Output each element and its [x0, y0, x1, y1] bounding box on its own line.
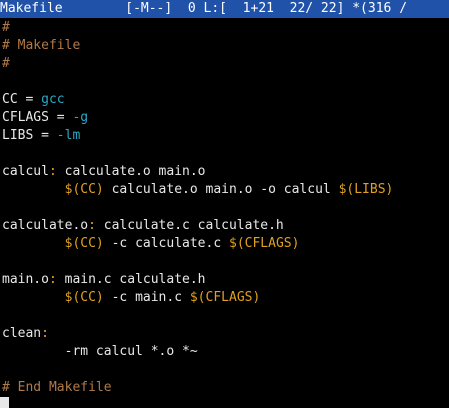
editor-line[interactable] — [2, 253, 449, 271]
text-cursor — [0, 397, 9, 408]
code-token-plain: LIBS = — [2, 128, 57, 143]
code-token-keyword: : — [88, 218, 96, 233]
code-token-keyword: $(CC) — [64, 290, 104, 305]
status-filename: Makefile — [0, 1, 63, 16]
code-token-target: main.o — [2, 272, 49, 287]
editor-line[interactable] — [2, 73, 449, 91]
code-token-keyword: $(LIBS) — [338, 182, 394, 197]
editor-line[interactable]: # — [2, 55, 449, 73]
editor-line[interactable] — [2, 361, 449, 379]
code-token-target: calculate.o — [2, 218, 89, 233]
code-token-keyword: $(CFLAGS) — [229, 236, 300, 251]
editor-line[interactable]: calculate.o: calculate.c calculate.h — [2, 217, 449, 235]
code-token-plain: calculate.o main.o -o calcul — [103, 182, 339, 197]
editor-line[interactable]: main.o: main.c calculate.h — [2, 271, 449, 289]
code-token-plain: CFLAGS = — [2, 110, 73, 125]
code-token-plain: CC = — [2, 92, 42, 107]
code-token-keyword: : — [48, 272, 57, 287]
status-mode: [-M--] — [125, 1, 173, 16]
editor-line[interactable]: CC = gcc — [2, 91, 449, 109]
code-token-keyword: $(CFLAGS) — [189, 290, 261, 305]
editor-line[interactable]: calcul: calculate.o main.o — [2, 163, 449, 181]
code-token-comment: # — [2, 56, 10, 71]
editor-line[interactable]: $(CC) calculate.o main.o -o calcul $(LIB… — [2, 181, 449, 199]
editor-line[interactable] — [2, 145, 449, 163]
code-token-keyword: $(CC) — [64, 236, 104, 251]
editor-line[interactable]: -rm calcul *.o *~ — [2, 343, 449, 361]
editor-line[interactable]: LIBS = -lm — [2, 127, 449, 145]
code-token-plain: -c calculate.c — [103, 236, 229, 251]
code-token-keyword: : — [41, 326, 49, 341]
editor-status-bar: Makefile [-M--] 0 L:[ 1+21 22/ 22] *(316… — [0, 0, 449, 18]
editor-line[interactable] — [2, 307, 449, 325]
editor-line[interactable]: # Makefile — [2, 37, 449, 55]
code-token-value: gcc — [41, 92, 65, 107]
code-token-target: calcul — [2, 164, 49, 179]
editor-line[interactable]: CFLAGS = -g — [2, 109, 449, 127]
code-token-keyword: : — [48, 164, 57, 179]
code-token-plain: calculate.o main.o — [56, 164, 206, 179]
code-token-target: clean — [2, 326, 42, 341]
editor-line[interactable]: $(CC) -c main.c $(CFLAGS) — [2, 289, 449, 307]
code-token-plain: -c main.c — [103, 290, 190, 305]
code-token-plain: main.c calculate.h — [56, 272, 206, 287]
code-token-comment: # End Makefile — [2, 380, 112, 395]
code-token-comment: # Makefile — [2, 38, 81, 53]
editor-line[interactable]: clean: — [2, 325, 449, 343]
code-token-plain: calculate.c calculate.h — [95, 218, 284, 233]
status-info: 0 L:[ 1+21 22/ 22] *(316 / — [187, 1, 408, 16]
text-editor-area[interactable]: # # Makefile # CC = gcc CFLAGS = -g LIBS = -l… — [2, 19, 449, 397]
code-token-keyword: $(CC) — [64, 182, 104, 197]
code-token-value: -lm — [56, 128, 81, 143]
editor-line[interactable]: # End Makefile — [2, 379, 449, 397]
editor-line[interactable]: # — [2, 19, 449, 37]
code-token-value: -g — [72, 110, 89, 125]
code-token-comment: # — [2, 20, 10, 35]
editor-line[interactable] — [2, 199, 449, 217]
code-token-plain: -rm calcul *.o *~ — [2, 344, 198, 359]
editor-line[interactable]: $(CC) -c calculate.c $(CFLAGS) — [2, 235, 449, 253]
